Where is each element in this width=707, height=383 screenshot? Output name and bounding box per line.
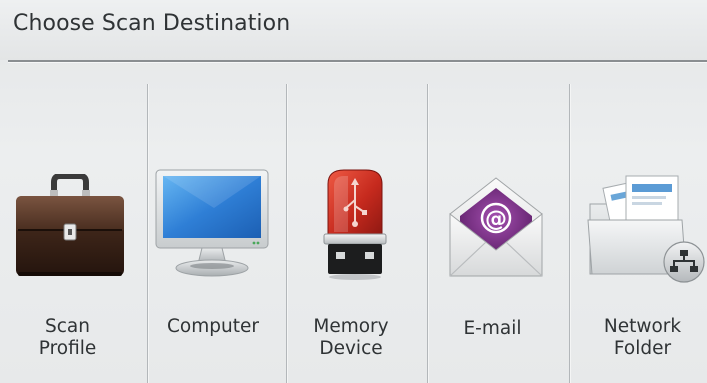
computer-label: Computer — [167, 316, 259, 337]
usb-drive-icon — [323, 169, 387, 280]
memory-device-label: Memory Device — [313, 316, 389, 359]
title-bar: Choose Scan Destination — [0, 0, 707, 60]
destination-grid: Scan Profile Computer Memory Device @ E-… — [0, 62, 707, 383]
scan-destination-screen: Choose Scan Destination Scan Profile Com… — [0, 0, 707, 383]
computer-button[interactable]: Computer — [148, 62, 286, 383]
memory-device-button[interactable]: Memory Device — [287, 62, 427, 383]
scan-profile-label: Scan Profile — [38, 316, 97, 359]
email-button[interactable]: @ E-mail — [428, 62, 569, 383]
network-folder-label: Network Folder — [603, 316, 682, 359]
network-folder-button[interactable]: Network Folder — [570, 62, 707, 383]
email-label: E-mail — [463, 318, 522, 339]
email-envelope-icon: @ — [449, 177, 543, 277]
scan-profile-button[interactable]: Scan Profile — [0, 62, 147, 383]
briefcase-icon — [16, 174, 124, 276]
page-title: Choose Scan Destination — [13, 11, 291, 36]
network-folder-icon — [587, 175, 705, 283]
svg-text:@: @ — [485, 207, 507, 232]
computer-monitor-icon — [155, 169, 269, 277]
